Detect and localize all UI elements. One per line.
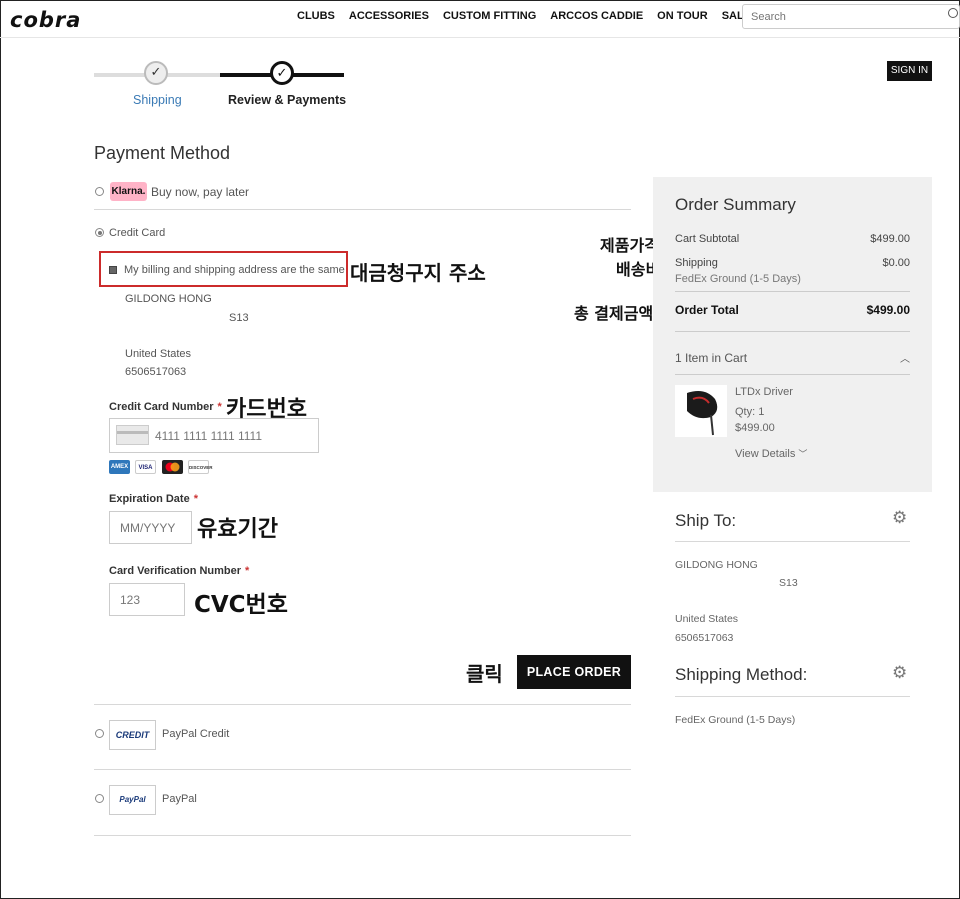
place-order-button[interactable]: PLACE ORDER (517, 655, 631, 689)
annotation-billing: 대금청구지 주소 (350, 261, 486, 285)
paypal-credit-logo: CREDIT (109, 720, 156, 750)
paypal-label[interactable]: PayPal (162, 793, 197, 805)
cvv-label: Card Verification Number * (109, 565, 250, 577)
item-name[interactable]: LTDx Driver (735, 386, 793, 398)
step-shipping-check-icon[interactable]: ✓ (144, 61, 168, 85)
divider (675, 331, 910, 332)
mastercard-icon (162, 460, 183, 474)
billing-line: S13 (229, 312, 249, 324)
credit-card-label[interactable]: Credit Card (109, 227, 165, 239)
subtotal-value: $499.00 (870, 233, 910, 245)
paypal-credit-radio[interactable] (95, 729, 104, 738)
annotation-expiration: 유효기간 (197, 517, 278, 542)
ship-to-phone: 6506517063 (675, 632, 734, 644)
divider (675, 291, 910, 292)
step-review-check-icon: ✓ (270, 61, 294, 85)
mastercard-circles-icon (165, 462, 180, 472)
shipping-method-gear-icon[interactable]: ⚙ (892, 664, 909, 681)
paypal-credit-label[interactable]: PayPal Credit (162, 728, 229, 740)
site-header: cobra CLUBS ACCESSORIES CUSTOM FITTING A… (0, 0, 960, 38)
billing-same-checkbox[interactable] (109, 266, 117, 274)
credit-card-radio[interactable] (95, 228, 104, 237)
driver-head-icon (687, 391, 718, 436)
view-details-link[interactable]: View Details ﹀ (735, 447, 807, 460)
amex-icon: AMEX (109, 460, 130, 474)
klarna-label[interactable]: Buy now, pay later (151, 185, 249, 199)
annotation-card-number: 카드번호 (226, 397, 307, 422)
divider (94, 704, 631, 705)
order-total-value: $499.00 (866, 303, 910, 317)
paypal-logo: PayPal (109, 785, 156, 815)
annotation-click: 클릭 (466, 662, 503, 686)
step-shipping-label[interactable]: Shipping (133, 93, 182, 107)
ltdx-driver-image[interactable] (675, 385, 727, 437)
divider (94, 835, 631, 836)
billing-country: United States (125, 348, 192, 360)
ship-to-country: United States (675, 613, 739, 625)
search-icon[interactable] (948, 8, 958, 18)
shipping-value: $0.00 (882, 257, 910, 269)
nav-on-tour[interactable]: ON TOUR (657, 10, 708, 22)
divider (675, 696, 910, 697)
nav-accessories[interactable]: ACCESSORIES (349, 10, 429, 22)
nav-custom-fitting[interactable]: CUSTOM FITTING (443, 10, 536, 22)
shipping-method-title: Shipping Method: (675, 665, 808, 684)
paypal-radio[interactable] (95, 794, 104, 803)
visa-icon: VISA (135, 460, 156, 474)
ship-to-title: Ship To: (675, 511, 737, 530)
nav-arccos-caddie[interactable]: ARCCOS CADDIE (550, 10, 643, 22)
annotation-cvc: CVC번호 (194, 592, 288, 618)
annotation-product-price: 제품가격 (600, 236, 659, 255)
discover-icon: DISCOVER (188, 460, 213, 474)
item-qty: Qty: 1 (735, 406, 765, 418)
chevron-up-icon[interactable]: ︿ (900, 350, 910, 365)
ship-to-name: GILDONG HONG (675, 559, 758, 571)
ship-to-line: S13 (779, 577, 798, 589)
annotation-total-amount: 총 결제금액 (574, 304, 654, 323)
order-summary-panel (653, 177, 932, 492)
shipping-method-value: FedEx Ground (1-5 Days) (675, 714, 796, 726)
card-number-label: Credit Card Number * (109, 401, 222, 413)
klarna-radio[interactable] (95, 187, 104, 196)
search-input[interactable] (742, 4, 960, 29)
items-in-cart-toggle[interactable]: 1 Item in Cart (675, 351, 747, 365)
order-total-label: Order Total (675, 303, 739, 317)
sign-in-button[interactable]: SIGN IN (887, 61, 932, 81)
payment-method-title: Payment Method (94, 143, 231, 163)
main-nav: CLUBS ACCESSORIES CUSTOM FITTING ARCCOS … (297, 10, 751, 22)
divider (675, 374, 910, 375)
divider (94, 769, 631, 770)
subtotal-label: Cart Subtotal (675, 233, 740, 245)
billing-same-label[interactable]: My billing and shipping address are the … (124, 264, 345, 276)
expiration-label: Expiration Date * (109, 493, 198, 505)
chevron-down-icon: ﹀ (798, 449, 808, 459)
billing-phone: 6506517063 (125, 366, 187, 378)
klarna-badge: Klarna. (110, 182, 147, 201)
shipping-label: Shipping (675, 257, 718, 269)
nav-clubs[interactable]: CLUBS (297, 10, 335, 22)
cvv-input[interactable] (109, 583, 185, 616)
card-generic-icon (116, 425, 149, 445)
order-summary-title: Order Summary (675, 195, 796, 214)
expiration-input[interactable] (109, 511, 192, 544)
ship-to-gear-icon[interactable]: ⚙ (892, 509, 909, 526)
divider (94, 209, 631, 210)
shipping-method-note: FedEx Ground (1-5 Days) (675, 273, 801, 285)
billing-name: GILDONG HONG (125, 293, 212, 305)
step-review-label: Review & Payments (228, 93, 347, 107)
divider (675, 541, 910, 542)
item-price: $499.00 (735, 422, 775, 434)
cobra-logo[interactable]: cobra (10, 8, 81, 32)
